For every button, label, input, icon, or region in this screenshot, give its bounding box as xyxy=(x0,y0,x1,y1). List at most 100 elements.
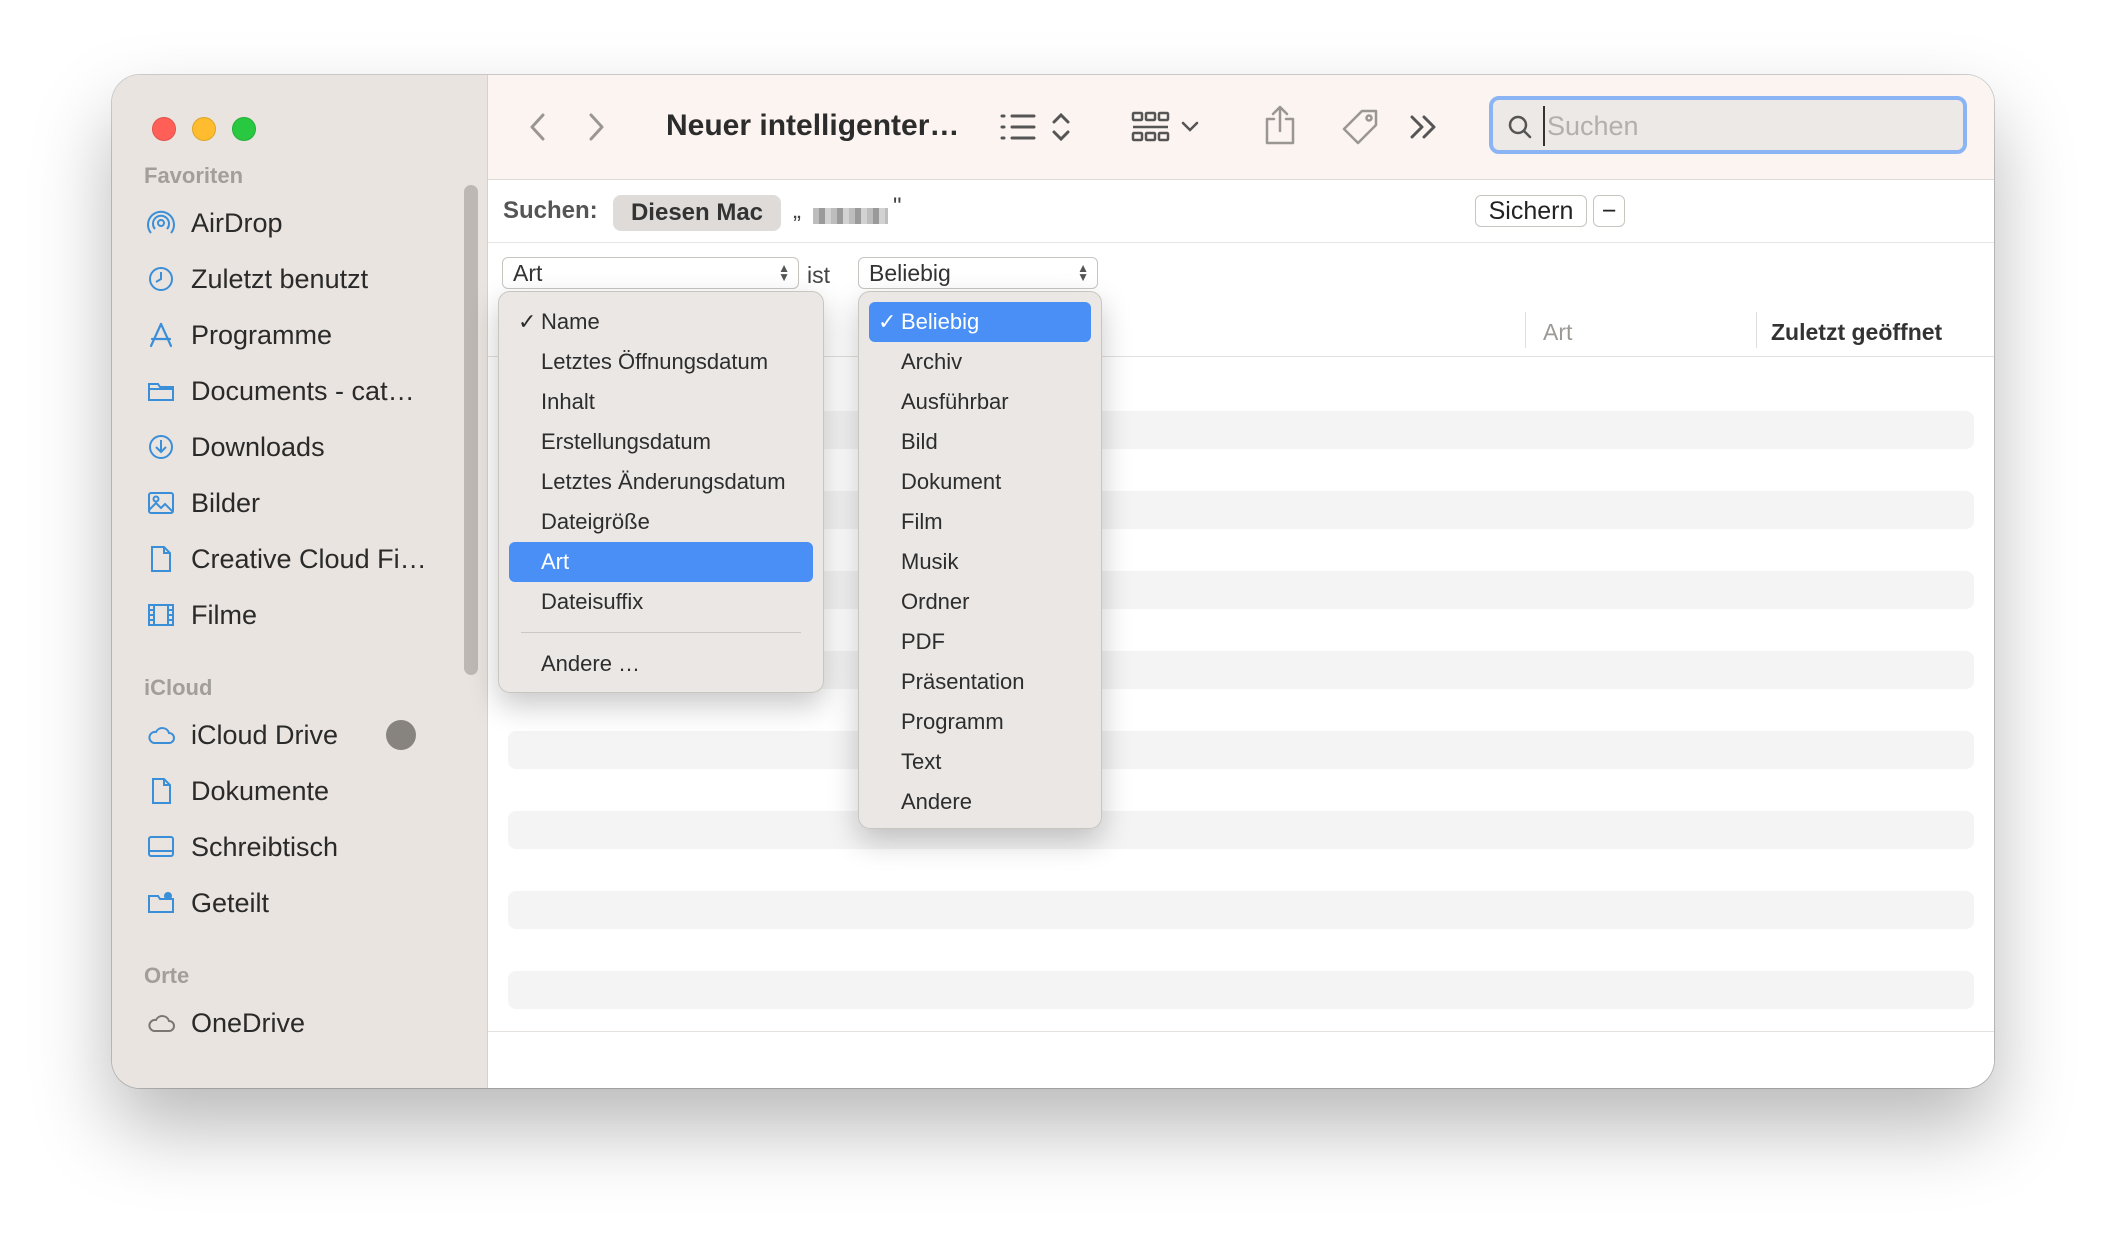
sidebar-item-pictures[interactable]: Bilder xyxy=(146,483,260,523)
menu-item-label: Letztes Öffnungsdatum xyxy=(541,349,769,374)
apps-icon xyxy=(149,322,173,348)
menu-item-movie[interactable]: Film xyxy=(869,502,1091,542)
menu-item-label: Programm xyxy=(901,709,1004,734)
tags-button[interactable] xyxy=(1340,107,1380,147)
menu-item-pdf[interactable]: PDF xyxy=(869,622,1091,662)
group-button[interactable] xyxy=(1130,109,1210,145)
download-icon xyxy=(149,435,173,459)
sidebar-item-recents[interactable]: Zuletzt benutzt xyxy=(146,259,368,299)
search-term-close-quote: " xyxy=(893,193,902,220)
tag-icon xyxy=(1342,109,1378,145)
menu-separator xyxy=(521,632,801,633)
sidebar-item-label: OneDrive xyxy=(191,1007,306,1038)
menu-item-label: Dokument xyxy=(901,469,1002,494)
menu-item-label: Name xyxy=(541,309,600,334)
menu-item-application[interactable]: Programm xyxy=(869,702,1091,742)
view-options-button[interactable] xyxy=(998,109,1078,145)
menu-item-image[interactable]: Bild xyxy=(869,422,1091,462)
save-search-button[interactable]: Sichern xyxy=(1475,195,1587,227)
menu-item-other[interactable]: Andere … xyxy=(509,644,813,684)
attribute-dropdown-menu: ✓ Name Letztes Öffnungsdatum Inhalt Erst… xyxy=(498,291,824,693)
search-field[interactable] xyxy=(1489,96,1967,154)
search-term-open-quote: „ xyxy=(793,197,801,224)
sidebar-item-label: Schreibtisch xyxy=(191,831,339,862)
menu-item-executable[interactable]: Ausführbar xyxy=(869,382,1091,422)
sidebar-item-downloads[interactable]: Downloads xyxy=(146,427,325,467)
rule-attribute-popup[interactable]: Art ▲ ▼ xyxy=(502,257,799,289)
main-content: Neuer intelligenter… Suchen: xyxy=(488,75,1994,1088)
sidebar-item-creative-cloud[interactable]: Creative Cloud Fi… xyxy=(146,539,427,579)
menu-item-label: Art xyxy=(541,549,570,574)
sidebar-item-applications[interactable]: Programme xyxy=(146,315,332,355)
menu-item-text[interactable]: Text xyxy=(869,742,1091,782)
list-row-stripe xyxy=(508,891,1974,929)
scope-label: Suchen: xyxy=(503,197,598,224)
sidebar-scrollbar[interactable] xyxy=(464,185,478,675)
sidebar-item-documents[interactable]: Documents - cat… xyxy=(146,371,415,411)
sidebar-item-movies[interactable]: Filme xyxy=(146,595,257,635)
list-row-stripe xyxy=(508,811,1974,849)
search-input[interactable] xyxy=(1543,106,1949,146)
menu-item-music[interactable]: Musik xyxy=(869,542,1091,582)
menu-item-contents[interactable]: Inhalt xyxy=(509,382,813,422)
menu-item-created-date[interactable]: Erstellungsdatum xyxy=(509,422,813,462)
checkmark-icon: ✓ xyxy=(878,309,897,334)
checkmark-icon: ✓ xyxy=(518,309,537,334)
chevron-left-icon xyxy=(530,113,545,141)
sidebar-item-desktop[interactable]: Schreibtisch xyxy=(146,827,338,867)
more-toolbar-items-button[interactable] xyxy=(1408,113,1440,141)
finder-window: Favoriten AirDrop Zuletzt benutzt Progra… xyxy=(112,75,1994,1088)
menu-item-kind[interactable]: Art xyxy=(509,542,813,582)
sidebar-item-icloud-drive[interactable]: iCloud Drive xyxy=(146,715,338,755)
sidebar-item-shared[interactable]: Geteilt xyxy=(146,883,269,923)
sidebar-item-label: Bilder xyxy=(191,487,261,518)
menu-item-label: Inhalt xyxy=(541,389,595,414)
sidebar-item-icloud-documents[interactable]: Dokumente xyxy=(146,771,329,811)
remove-scope-button[interactable]: − xyxy=(1593,195,1625,227)
menu-item-document[interactable]: Dokument xyxy=(869,462,1091,502)
menu-item-any[interactable]: ✓ Beliebig xyxy=(869,302,1091,342)
sidebar-section-icloud: iCloud xyxy=(144,675,213,700)
column-separator xyxy=(1525,312,1526,348)
menu-item-label: PDF xyxy=(901,629,945,654)
menu-item-folder[interactable]: Ordner xyxy=(869,582,1091,622)
rule-value-popup[interactable]: Beliebig ▲ ▼ xyxy=(858,257,1098,289)
clock-icon xyxy=(149,267,173,291)
sidebar-item-label: Dokumente xyxy=(191,775,330,806)
sidebar-item-airdrop[interactable]: AirDrop xyxy=(146,203,283,243)
desktop-icon xyxy=(148,836,174,857)
sidebar-section-favorites: Favoriten xyxy=(144,163,244,188)
menu-item-label: Ausführbar xyxy=(901,389,1009,414)
menu-item-other-kind[interactable]: Andere xyxy=(869,782,1091,822)
menu-item-label: Bild xyxy=(901,429,938,454)
folder-icon xyxy=(148,383,174,401)
popup-arrows-icon: ▲ ▼ xyxy=(1077,261,1089,284)
menu-item-label: Text xyxy=(901,749,942,774)
sidebar-item-label: Downloads xyxy=(191,431,325,462)
sidebar-item-label: Geteilt xyxy=(191,887,270,918)
share-button[interactable] xyxy=(1262,103,1298,147)
menu-item-label: Ordner xyxy=(901,589,970,614)
menu-item-archive[interactable]: Archiv xyxy=(869,342,1091,382)
menu-item-modified-date[interactable]: Letztes Änderungsdatum xyxy=(509,462,813,502)
menu-item-label: Dateigröße xyxy=(541,509,650,534)
photo-icon xyxy=(148,492,174,514)
column-header-last-opened[interactable]: Zuletzt geöffnet xyxy=(1771,319,1942,346)
menu-item-presentation[interactable]: Präsentation xyxy=(869,662,1091,702)
menu-item-name[interactable]: ✓ Name xyxy=(509,302,813,342)
minimize-window-button[interactable] xyxy=(192,117,216,141)
close-window-button[interactable] xyxy=(152,117,176,141)
cloud-icon xyxy=(148,1015,175,1032)
sidebar-item-onedrive[interactable]: OneDrive xyxy=(146,1003,305,1043)
share-icon xyxy=(1265,105,1295,145)
menu-item-label: Präsentation xyxy=(901,669,1025,694)
menu-item-label: Erstellungsdatum xyxy=(541,429,711,454)
menu-item-file-size[interactable]: Dateigröße xyxy=(509,502,813,542)
scope-this-mac-button[interactable]: Diesen Mac xyxy=(613,195,781,231)
back-button[interactable] xyxy=(526,111,550,143)
menu-item-file-extension[interactable]: Dateisuffix xyxy=(509,582,813,622)
zoom-window-button[interactable] xyxy=(232,117,256,141)
menu-item-last-opened-date[interactable]: Letztes Öffnungsdatum xyxy=(509,342,813,382)
column-header-kind[interactable]: Art xyxy=(1543,319,1572,346)
forward-button[interactable] xyxy=(584,111,608,143)
